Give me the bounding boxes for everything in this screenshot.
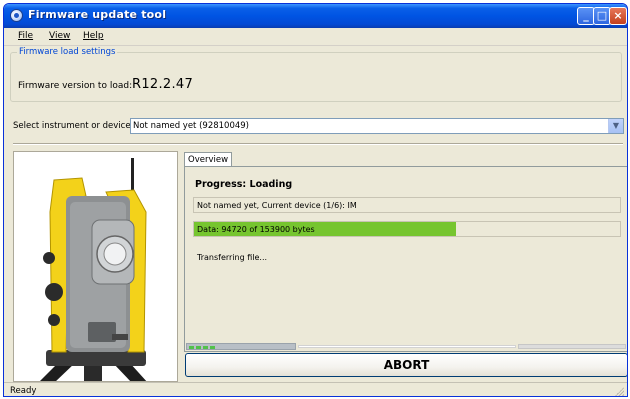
app-window: Firmware update tool _ □ × File View Hel… [3,3,628,397]
status-text: Ready [10,386,37,396]
instrument-image [13,151,178,382]
window-title: Firmware update tool [28,8,167,21]
firmware-version-value: R12.2.47 [132,77,194,92]
overall-progress-segment-2 [298,345,516,348]
firmware-version-label: Firmware version to load: [18,81,132,91]
device-select[interactable]: Not named yet (92810049) ▼ [130,118,624,134]
total-station-icon [40,158,147,381]
status-bar: Ready [4,382,627,396]
abort-button[interactable]: ABORT [185,353,627,377]
overview-panel: Progress: Loading Not named yet, Current… [184,166,627,352]
data-progress-bar: Data: 94720 of 153900 bytes [193,221,621,237]
device-select-label: Select instrument or device: [13,121,130,131]
menu-help[interactable]: Help [83,31,104,41]
title-bar[interactable]: Firmware update tool _ □ × [4,4,627,28]
group-legend: Firmware load settings [17,47,118,57]
overall-progress [186,343,626,350]
divider [13,143,623,145]
firmware-settings-group: Firmware load settings Firmware version … [10,47,622,102]
menu-file[interactable]: File [18,31,33,41]
current-device-status: Not named yet, Current device (1/6): IM [193,197,621,213]
chevron-down-icon[interactable]: ▼ [608,119,623,133]
transfer-status-text: Transferring file... [197,253,268,262]
menu-bar: File View Help [4,28,627,46]
resize-grip-icon[interactable] [614,386,624,396]
tab-overview[interactable]: Overview [184,152,232,167]
app-icon[interactable] [10,9,23,22]
data-progress-text: Data: 94720 of 153900 bytes [197,225,315,234]
close-button[interactable]: × [609,7,627,25]
device-select-value: Not named yet (92810049) [133,121,249,131]
progress-title: Progress: Loading [195,179,293,190]
tab-overview-label: Overview [188,155,229,165]
progress-chunks [189,346,215,349]
overall-progress-segment-3 [518,344,626,349]
current-device-text: Not named yet, Current device (1/6): IM [197,201,357,210]
overall-progress-segment-1 [186,343,296,350]
menu-view[interactable]: View [49,31,70,41]
